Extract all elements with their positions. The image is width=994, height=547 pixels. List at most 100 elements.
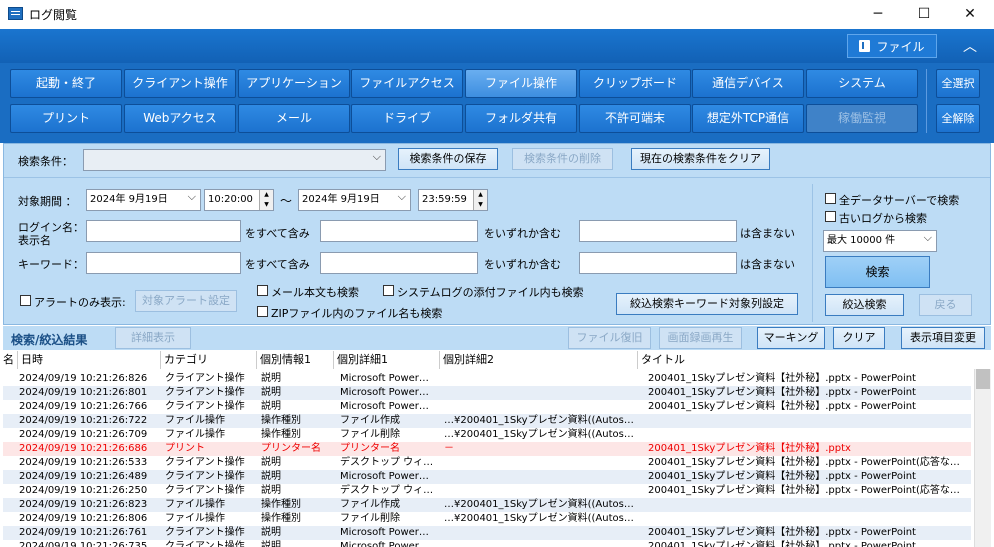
login-not-input[interactable] <box>579 220 737 242</box>
table-row[interactable]: 2024/09/19 10:21:26:806 ファイル操作 操作種別 ファイル削除 …… <box>3 512 971 526</box>
cell-cat: ファイル操作 <box>165 513 225 524</box>
save-condition-button[interactable]: 検索条件の保存 <box>398 148 498 170</box>
category-clipboard[interactable]: クリップボード <box>579 69 691 98</box>
category-client-ops[interactable]: クライアント操作 <box>124 69 236 98</box>
cell-t: 200401_1Skyプレゼン資料【社外秘】.pptx - PowerPoint <box>648 373 916 384</box>
max-count-select[interactable]: 最大 10000 件 <box>823 230 937 252</box>
category-unexpected-tcp[interactable]: 想定外TCP通信 <box>692 104 804 133</box>
time-from-field[interactable]: 10:20:00 ▲ ▼ <box>204 189 274 211</box>
col-header-title[interactable]: タイトル <box>638 351 974 369</box>
table-row[interactable]: 2024/09/19 10:21:26:250 クライアント操作 説明 デスクトップ … <box>3 484 971 498</box>
table-row[interactable]: 2024/09/19 10:21:26:823 ファイル操作 操作種別 ファイル作成 …… <box>3 498 971 512</box>
cell-t: 200401_1Skyプレゼン資料【社外秘】.pptx - PowerPoint… <box>648 485 960 496</box>
cell-i1: 説明 <box>261 485 281 496</box>
time-from-spinner[interactable]: ▲ ▼ <box>259 190 273 210</box>
table-row[interactable]: 2024/09/19 10:21:26:735 クライアント操作 説明 Microso… <box>3 540 971 547</box>
cell-i1: 説明 <box>261 541 281 547</box>
close-button[interactable]: ✕ <box>947 0 993 29</box>
display-name-label: 表示名 <box>18 234 51 247</box>
col-header-category[interactable]: カテゴリ <box>161 351 257 369</box>
cell-t: 200401_1Skyプレゼン資料【社外秘】.pptx - PowerPoint <box>648 541 916 547</box>
cell-d1: Microsoft Power… <box>340 373 429 384</box>
search-button[interactable]: 検索 <box>825 256 930 288</box>
cell-cat: クライアント操作 <box>165 541 245 547</box>
results-table[interactable]: 名 日時 カテゴリ 個別情報1 個別詳細1 個別詳細2 タイトル 2024/09… <box>3 351 991 547</box>
keyword-not-input[interactable] <box>579 252 737 274</box>
cell-d1: Microsoft Power… <box>340 471 429 482</box>
cell-i1: 説明 <box>261 471 281 482</box>
cell-cat: プリント <box>165 443 205 454</box>
table-row[interactable]: 2024/09/19 10:21:26:489 クライアント操作 説明 Microso… <box>3 470 971 484</box>
category-file-ops[interactable]: ファイル操作 <box>465 69 577 98</box>
keyword-all-input[interactable] <box>86 252 241 274</box>
clear-condition-button[interactable]: 現在の検索条件をクリア <box>631 148 770 170</box>
col-header-datetime[interactable]: 日時 <box>18 351 161 369</box>
app-icon <box>8 7 23 20</box>
mail-body-checkbox[interactable] <box>257 285 268 296</box>
maximize-button[interactable]: ☐ <box>901 0 947 29</box>
cell-d1: Microsoft Power… <box>340 541 429 547</box>
alert-only-label: アラートのみ表示: <box>34 296 126 309</box>
keyword-any-input[interactable] <box>320 252 478 274</box>
file-menu-button[interactable]: ファイル <box>847 34 937 58</box>
table-row[interactable]: 2024/09/19 10:21:26:686 プリント プリンター名 プリンター名 －… <box>3 442 971 456</box>
cell-d1: ファイル作成 <box>340 415 400 426</box>
cell-d1: ファイル削除 <box>340 429 400 440</box>
vertical-scrollbar[interactable] <box>974 369 991 547</box>
date-from-picker[interactable]: 2024年 9月19日 <box>86 189 201 211</box>
table-row[interactable]: 2024/09/19 10:21:26:533 クライアント操作 説明 デスクトップ … <box>3 456 971 470</box>
table-row[interactable]: 2024/09/19 10:21:26:801 クライアント操作 説明 Microso… <box>3 386 971 400</box>
table-row[interactable]: 2024/09/19 10:21:26:761 クライアント操作 説明 Microso… <box>3 526 971 540</box>
scrollbar-thumb[interactable] <box>976 369 990 389</box>
time-to-spinner[interactable]: ▲ ▼ <box>473 190 487 210</box>
time-to-field[interactable]: 23:59:59 ▲ ▼ <box>418 189 488 211</box>
date-to-picker[interactable]: 2024年 9月19日 <box>298 189 411 211</box>
col-header-detail1[interactable]: 個別詳細1 <box>334 351 440 369</box>
keyword-any-label: をいずれか含む <box>484 258 561 271</box>
cell-d1: デスクトップ ウィ… <box>340 485 434 496</box>
col-header-name[interactable]: 名 <box>3 351 18 369</box>
col-header-detail2[interactable]: 個別詳細2 <box>440 351 638 369</box>
clear-results-button[interactable]: クリア <box>833 327 885 349</box>
category-uptime-monitor: 稼働監視 <box>806 104 918 133</box>
condition-select[interactable] <box>83 149 386 171</box>
marking-button[interactable]: マーキング <box>757 327 825 349</box>
old-logs-label: 古いログから検索 <box>839 212 927 225</box>
zip-names-checkbox[interactable] <box>257 306 268 317</box>
category-comm-device[interactable]: 通信デバイス <box>692 69 804 98</box>
all-servers-label: 全データサーバーで検索 <box>839 194 960 207</box>
category-file-access[interactable]: ファイルアクセス <box>351 69 463 98</box>
category-mail[interactable]: メール <box>238 104 350 133</box>
table-row[interactable]: 2024/09/19 10:21:26:709 ファイル操作 操作種別 ファイル削除 …… <box>3 428 971 442</box>
table-row[interactable]: 2024/09/19 10:21:26:722 ファイル操作 操作種別 ファイル作成 …… <box>3 414 971 428</box>
table-row[interactable]: 2024/09/19 10:21:26:826 クライアント操作 説明 Microso… <box>3 372 971 386</box>
deselect-all-button[interactable]: 全解除 <box>936 104 980 133</box>
category-unauthorized-device[interactable]: 不許可端末 <box>579 104 691 133</box>
narrow-search-button[interactable]: 絞込検索 <box>825 294 904 316</box>
category-print[interactable]: プリント <box>10 104 122 133</box>
narrow-columns-button[interactable]: 絞込検索キーワード対象列設定 <box>616 293 798 315</box>
table-row[interactable]: 2024/09/19 10:21:26:766 クライアント操作 説明 Microso… <box>3 400 971 414</box>
column-settings-button[interactable]: 表示項目変更 <box>901 327 985 349</box>
cell-t: 200401_1Skyプレゼン資料【社外秘】.pptx - PowerPoint… <box>648 457 960 468</box>
category-startup[interactable]: 起動・終了 <box>10 69 122 98</box>
window-title: ログ閲覧 <box>29 8 78 22</box>
old-logs-checkbox[interactable] <box>825 211 836 222</box>
category-application[interactable]: アプリケーション <box>238 69 350 98</box>
syslog-attach-checkbox[interactable] <box>383 285 394 296</box>
category-drive[interactable]: ドライブ <box>351 104 463 133</box>
all-servers-checkbox[interactable] <box>825 193 836 204</box>
alert-only-checkbox[interactable] <box>20 295 31 306</box>
login-any-label: をいずれか含む <box>484 227 561 240</box>
cell-dt: 2024/09/19 10:21:26:801 <box>19 387 148 398</box>
login-all-input[interactable] <box>86 220 241 242</box>
collapse-chevron-icon[interactable]: ︿ <box>963 36 977 56</box>
period-tilde: ～ <box>280 194 293 208</box>
login-any-input[interactable] <box>320 220 478 242</box>
select-all-button[interactable]: 全選択 <box>936 69 980 98</box>
category-folder-share[interactable]: フォルダ共有 <box>465 104 577 133</box>
category-system[interactable]: システム <box>806 69 918 98</box>
col-header-info1[interactable]: 個別情報1 <box>257 351 334 369</box>
minimize-button[interactable]: ─ <box>855 0 901 29</box>
category-web-access[interactable]: Webアクセス <box>124 104 236 133</box>
